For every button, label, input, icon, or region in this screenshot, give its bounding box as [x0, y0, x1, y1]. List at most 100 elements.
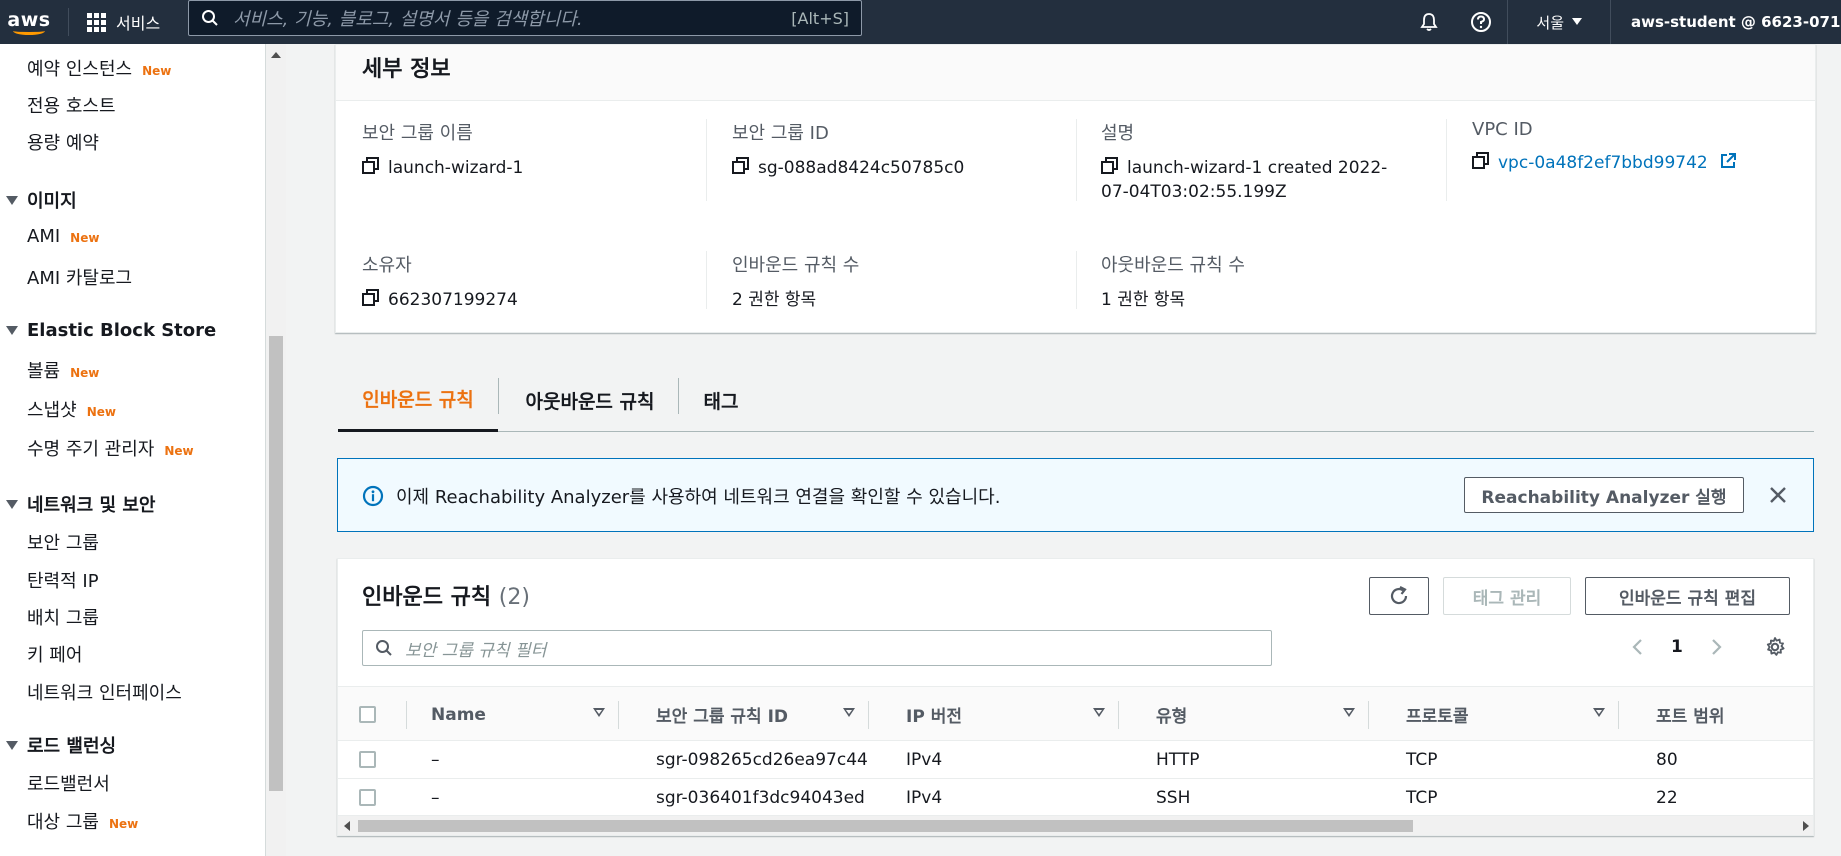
region-label: 서울: [1536, 13, 1564, 32]
sidebar-section-images[interactable]: 이미지: [6, 187, 77, 213]
sidebar-section-title: 네트워크 및 보안: [27, 495, 156, 516]
cell-protocol: TCP: [1406, 788, 1438, 808]
scroll-right-arrow-icon[interactable]: [1803, 821, 1809, 831]
sidebar-item-ami[interactable]: AMI New: [27, 226, 99, 247]
rules-filter-input[interactable]: 보안 그룹 규칙 필터: [362, 630, 1272, 666]
aws-logo-smile: [13, 27, 45, 35]
sidebar-item-security-groups[interactable]: 보안 그룹: [27, 529, 99, 555]
global-search-input[interactable]: 서비스, 기능, 블로그, 설명서 등을 검색합니다. [Alt+S]: [188, 0, 862, 36]
services-label: 서비스: [116, 14, 161, 33]
sort-icon[interactable]: [1593, 708, 1605, 717]
table-settings-button[interactable]: [1764, 636, 1786, 662]
info-icon: [362, 485, 384, 507]
field-label: 설명: [1101, 123, 1135, 144]
column-header-protocol[interactable]: 프로토콜: [1406, 687, 1469, 742]
sidebar-section-load-balancing[interactable]: 로드 밸런싱: [6, 732, 116, 758]
copy-icon[interactable]: [362, 289, 380, 307]
copy-icon[interactable]: [1472, 152, 1490, 170]
field-owner: 소유자 662307199274: [362, 251, 682, 313]
tab-tags[interactable]: 태그: [679, 368, 763, 432]
chevron-right-icon[interactable]: [1711, 638, 1723, 656]
caret-down-icon: [6, 326, 18, 335]
sidebar-item-target-groups[interactable]: 대상 그룹 New: [27, 808, 138, 834]
sidebar-item-label: 전용 호스트: [27, 96, 116, 117]
field-description: 설명 launch-wizard-1 created 2022-07-04T03…: [1101, 119, 1411, 205]
aws-logo[interactable]: aws: [0, 0, 58, 44]
sidebar-item-label: 배치 그룹: [27, 608, 99, 629]
sidebar-section-network-security[interactable]: 네트워크 및 보안: [6, 491, 155, 517]
column-divider: [706, 119, 707, 201]
edit-inbound-rules-button[interactable]: 인바운드 규칙 편집: [1585, 577, 1790, 615]
scroll-up-arrow-icon[interactable]: [271, 52, 281, 58]
sort-icon[interactable]: [843, 708, 855, 717]
sidebar-item-lifecycle-manager[interactable]: 수명 주기 관리자 New: [27, 435, 194, 461]
sidebar-item-ami-catalog[interactable]: AMI 카탈로그: [27, 264, 132, 290]
sidebar-item-label: AMI 카탈로그: [27, 268, 133, 289]
sidebar-item-capacity-reservations[interactable]: 용량 예약: [27, 129, 99, 155]
manage-tags-button[interactable]: 태그 관리: [1443, 577, 1571, 615]
services-menu-button[interactable]: 서비스: [79, 0, 168, 44]
new-badge: New: [108, 817, 139, 831]
sidebar-item-label: 키 페어: [27, 645, 83, 666]
current-page[interactable]: 1: [1671, 637, 1683, 657]
copy-icon[interactable]: [732, 157, 750, 175]
banner-message: 이제 Reachability Analyzer를 사용하여 네트워크 연결을 …: [396, 487, 1001, 508]
column-header-ip-version[interactable]: IP 버전: [906, 687, 962, 742]
sidebar-section-ebs[interactable]: Elastic Block Store: [6, 320, 216, 341]
column-header-type[interactable]: 유형: [1156, 687, 1187, 742]
column-header-rule-id[interactable]: 보안 그룹 규칙 ID: [656, 687, 788, 742]
banner-close-button[interactable]: [1764, 481, 1792, 509]
run-reachability-analyzer-button[interactable]: Reachability Analyzer 실행: [1464, 477, 1744, 513]
column-divider: [1618, 701, 1619, 729]
table-row[interactable]: – sgr-036401f3dc94043ed IPv4 SSH TCP 22: [338, 779, 1813, 817]
sidebar-item-placement-groups[interactable]: 배치 그룹: [27, 604, 99, 630]
table-horizontal-scrollbar[interactable]: [338, 815, 1813, 835]
refresh-button[interactable]: [1369, 577, 1429, 615]
field-security-group-id: 보안 그룹 ID sg-088ad8424c50785c0: [732, 119, 1052, 181]
details-title: 세부 정보: [362, 57, 451, 82]
sort-icon[interactable]: [1343, 708, 1355, 717]
sidebar-item-network-interfaces[interactable]: 네트워크 인터페이스: [27, 679, 182, 705]
sidebar-item-label: 네트워크 인터페이스: [27, 683, 182, 704]
horizontal-scrollbar-thumb[interactable]: [358, 820, 1413, 832]
sidebar-item-volumes[interactable]: 볼륨 New: [27, 357, 99, 383]
scroll-left-arrow-icon[interactable]: [344, 821, 350, 831]
row-checkbox[interactable]: [359, 789, 376, 806]
column-divider: [1076, 119, 1077, 201]
cell-rule-id: sgr-036401f3dc94043ed: [656, 788, 865, 808]
sort-icon[interactable]: [593, 708, 605, 717]
inbound-rules-panel: 인바운드 규칙 (2) 태그 관리 인바운드 규칙 편집 보안 그룹 규칙 필터…: [337, 558, 1814, 836]
notifications-button[interactable]: [1403, 0, 1455, 44]
select-all-checkbox[interactable]: [359, 706, 376, 723]
sidebar-scrollbar-thumb[interactable]: [269, 336, 283, 791]
chevron-left-icon[interactable]: [1631, 638, 1643, 656]
table-header: Name 보안 그룹 규칙 ID IP 버전 유형 프로토콜 포트 범위: [338, 686, 1813, 742]
external-link-icon[interactable]: [1719, 152, 1737, 170]
sidebar-section-title: 로드 밸런싱: [27, 736, 117, 757]
tab-inbound-rules[interactable]: 인바운드 규칙: [338, 368, 498, 432]
help-button[interactable]: [1455, 0, 1507, 44]
vpc-id-link[interactable]: vpc-0a48f2ef7bbd99742: [1498, 153, 1708, 173]
copy-icon[interactable]: [1101, 157, 1119, 175]
account-menu[interactable]: aws-student @ 6623-0719-92: [1611, 13, 1841, 31]
sidebar-item-elastic-ips[interactable]: 탄력적 IP: [27, 567, 99, 593]
column-header-name[interactable]: Name: [431, 687, 486, 742]
column-header-port-range[interactable]: 포트 범위: [1656, 687, 1724, 742]
sidebar-item-snapshots[interactable]: 스냅샷 New: [27, 396, 116, 422]
region-selector[interactable]: 서울: [1507, 0, 1611, 44]
cell-type: HTTP: [1156, 750, 1200, 770]
info-banner: 이제 Reachability Analyzer를 사용하여 네트워크 연결을 …: [337, 458, 1814, 532]
pagination: 1: [1631, 637, 1723, 657]
cell-ip-version: IPv4: [906, 788, 943, 808]
table-row[interactable]: – sgr-098265cd26ea97c44 IPv4 HTTP TCP 80: [338, 741, 1813, 779]
sidebar-item-dedicated-hosts[interactable]: 전용 호스트: [27, 92, 116, 118]
search-icon: [202, 10, 218, 26]
tab-outbound-rules[interactable]: 아웃바운드 규칙: [499, 368, 681, 432]
sidebar-item-load-balancers[interactable]: 로드밸런서: [27, 770, 110, 796]
sidebar-item-key-pairs[interactable]: 키 페어: [27, 641, 82, 667]
copy-icon[interactable]: [362, 157, 380, 175]
sidebar-scrollbar[interactable]: [266, 44, 286, 856]
sort-icon[interactable]: [1093, 708, 1105, 717]
row-checkbox[interactable]: [359, 751, 376, 768]
sidebar-item-reserved-instances[interactable]: 예약 인스턴스 New: [27, 55, 171, 81]
